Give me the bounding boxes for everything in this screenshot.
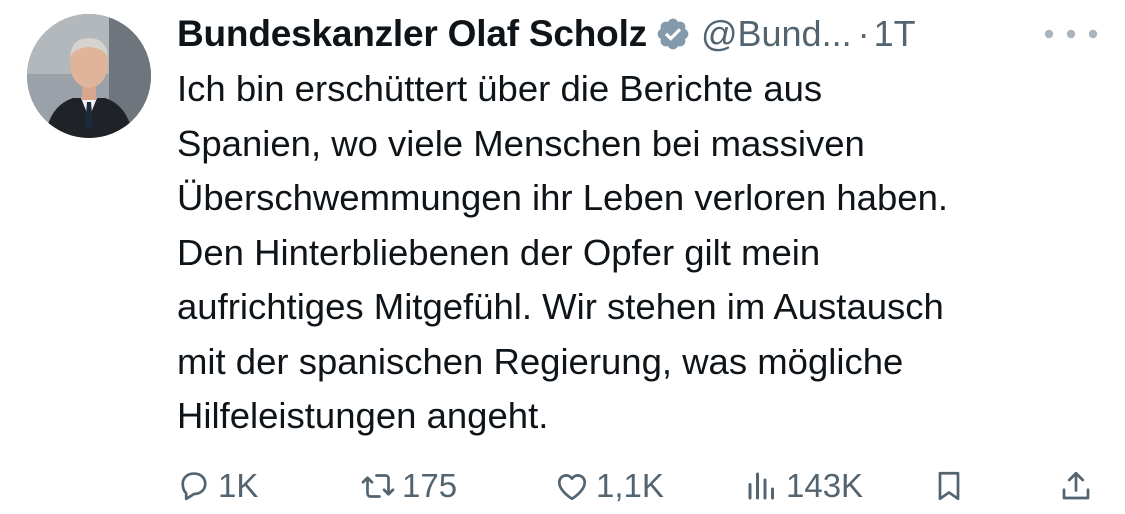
heart-icon bbox=[557, 474, 587, 501]
bookmark-icon bbox=[938, 471, 960, 501]
reply-icon bbox=[181, 472, 207, 501]
like-count: 1,1K bbox=[596, 467, 664, 504]
tweet-actions: 1K 175 1,1K 143K bbox=[176, 462, 1096, 510]
like-button[interactable]: 1,1K bbox=[554, 462, 664, 510]
views-button[interactable]: 143K bbox=[744, 462, 863, 510]
timestamp[interactable]: 1T bbox=[874, 13, 916, 55]
retweet-icon bbox=[361, 474, 395, 498]
avatar[interactable] bbox=[27, 14, 151, 138]
reply-button[interactable]: 1K bbox=[176, 462, 258, 510]
retweet-count: 175 bbox=[402, 467, 458, 504]
reply-count: 1K bbox=[218, 467, 259, 504]
views-count: 143K bbox=[786, 467, 864, 504]
author-name[interactable]: Bundeskanzler Olaf Scholz bbox=[177, 13, 647, 55]
share-button[interactable] bbox=[1058, 462, 1094, 510]
author-handle[interactable]: @Bund... bbox=[701, 13, 852, 55]
avatar-photo bbox=[27, 14, 151, 138]
separator-dot: · bbox=[857, 13, 870, 54]
retweet-button[interactable]: 175 bbox=[360, 462, 457, 510]
views-icon bbox=[748, 472, 774, 500]
tweet-text: Ich bin erschüttert über die Berichte au… bbox=[177, 68, 949, 436]
share-icon bbox=[1062, 471, 1090, 500]
more-horizontal-icon[interactable] bbox=[1041, 27, 1101, 41]
bookmark-button[interactable] bbox=[931, 462, 967, 510]
verified-badge-icon bbox=[657, 18, 689, 50]
tweet-header: Bundeskanzler Olaf Scholz @Bund... · 1T bbox=[177, 11, 1105, 57]
